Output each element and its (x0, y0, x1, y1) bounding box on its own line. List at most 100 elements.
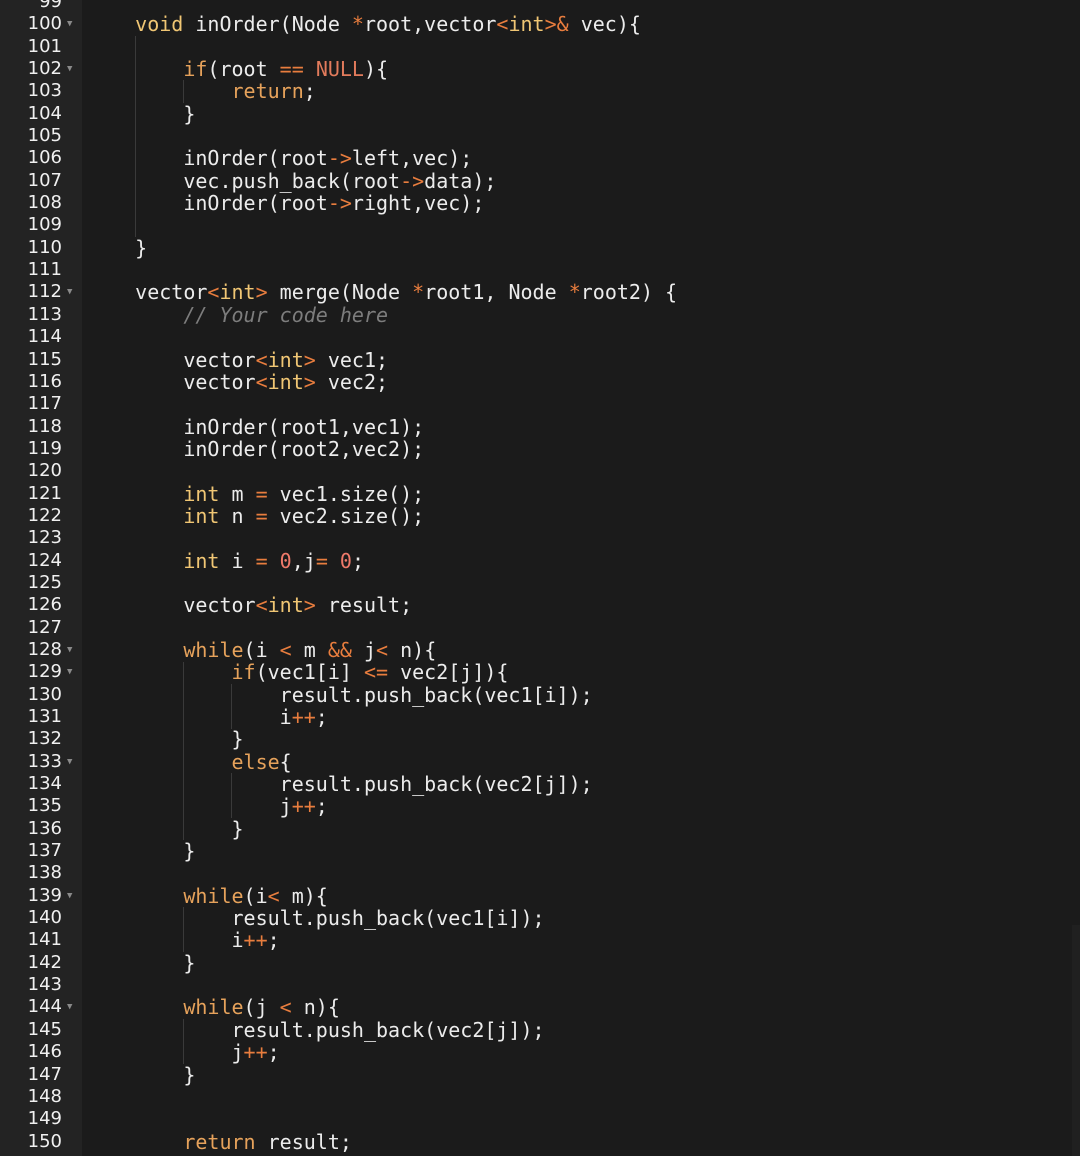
code-line[interactable]: 138 (0, 862, 1080, 884)
code-line[interactable]: 143 (0, 974, 1080, 996)
fold-arrow-icon[interactable]: ▼ (67, 885, 77, 907)
code-line[interactable]: 119 inOrder(root2,vec2); (0, 438, 1080, 460)
code-text: // Your code here (87, 304, 388, 326)
line-number: 115 (27, 348, 62, 370)
code-token: (j (243, 995, 280, 1020)
code-token: ++ (243, 928, 268, 953)
code-line[interactable]: 102 ▼ if(root == NULL){ (0, 58, 1080, 80)
line-number: 142 (27, 951, 62, 973)
code-line[interactable]: 139 ▼ while(i< m){ (0, 885, 1080, 907)
fold-arrow-icon[interactable]: ▼ (67, 996, 77, 1018)
code-line[interactable]: 136 } (0, 818, 1080, 840)
line-number: 114 (27, 326, 62, 348)
code-line[interactable]: 115 vector<int> vec1; (0, 348, 1080, 371)
code-line[interactable]: 130 result.push_back(vec1[i]); (0, 683, 1080, 706)
code-line[interactable]: 114 (0, 326, 1080, 348)
code-line[interactable]: 127 (0, 617, 1080, 639)
fold-arrow-icon[interactable]: ▼ (67, 13, 77, 35)
code-token: vector (87, 369, 256, 394)
code-line[interactable]: 140 result.push_back(vec1[i]); (0, 907, 1080, 929)
code-line[interactable]: 124 int i = 0,j= 0; (0, 548, 1080, 573)
code-line[interactable]: 116 vector<int> vec2; (0, 371, 1080, 393)
line-number: 108 (27, 192, 62, 214)
scrollbar-thumb[interactable] (1072, 925, 1080, 1156)
code-line[interactable]: 100 ▼ void inOrder(Node *root,vector<int>… (0, 13, 1080, 35)
line-number: 143 (27, 974, 62, 996)
code-line[interactable]: 150 return result; (0, 1130, 1080, 1153)
code-line[interactable]: 126 vector<int> result; (0, 594, 1080, 616)
code-token: vec){ (568, 12, 641, 37)
code-token: < (496, 12, 509, 37)
code-line[interactable]: 149 (0, 1108, 1080, 1130)
code-line[interactable]: 131 i++; (0, 706, 1080, 728)
code-line[interactable]: 101 (0, 36, 1080, 58)
code-editor[interactable]: 99 100 ▼ void inOrder(Node *root,vector<in… (0, 0, 1080, 1156)
code-line[interactable]: 103 return; (0, 80, 1080, 102)
code-line[interactable]: 120 (0, 460, 1080, 482)
fold-arrow-icon[interactable]: ▼ (67, 661, 77, 683)
line-number: 107 (27, 169, 62, 191)
fold-arrow-icon[interactable]: ▼ (67, 281, 77, 303)
code-line[interactable]: 104 } (0, 103, 1080, 125)
code-token: result.push_back(vec2[j]); (87, 772, 593, 797)
code-token: (root (207, 57, 280, 82)
code-line[interactable]: 109 (0, 214, 1080, 236)
fold-arrow-icon[interactable]: ▼ (67, 639, 77, 661)
code-line[interactable]: 132 } (0, 728, 1080, 750)
line-number: 132 (27, 728, 62, 750)
code-line[interactable]: 133 ▼ else{ (0, 751, 1080, 773)
code-line[interactable]: 123 (0, 527, 1080, 549)
code-token: root1, Node (424, 280, 569, 305)
code-line[interactable]: 122 int n = vec2.size(); (0, 505, 1080, 527)
code-line[interactable]: 112 ▼ vector<int> merge(Node *root1, Node… (0, 281, 1080, 303)
code-line[interactable]: 145 result.push_back(vec2[j]); (0, 1019, 1080, 1041)
code-token: && (327, 637, 352, 662)
code-token: } (87, 839, 196, 864)
code-text: int m = vec1.size(); (87, 481, 424, 506)
line-number: 150 (27, 1130, 62, 1152)
code-line[interactable]: 141 i++; (0, 929, 1080, 951)
code-line[interactable]: 135 j++; (0, 795, 1080, 817)
code-line[interactable]: 118 inOrder(root1,vec1); (0, 415, 1080, 438)
code-line[interactable]: 108 inOrder(root->right,vec); (0, 192, 1080, 214)
code-line[interactable]: 147 } (0, 1063, 1080, 1086)
code-token: } (87, 101, 196, 126)
code-line[interactable]: 146 j++; (0, 1041, 1080, 1063)
code-line[interactable]: 134 result.push_back(vec2[j]); (0, 773, 1080, 795)
line-number: 130 (27, 683, 62, 705)
code-line[interactable]: 129 ▼ if(vec1[i] <= vec2[j]){ (0, 661, 1080, 683)
code-line[interactable]: 121 int m = vec1.size(); (0, 481, 1080, 506)
code-token: < (267, 883, 280, 908)
code-line[interactable]: 148 (0, 1086, 1080, 1108)
line-number: 137 (27, 840, 62, 862)
fold-arrow-icon[interactable]: ▼ (67, 751, 77, 773)
code-line[interactable]: 128 ▼ while(i < m && j< n){ (0, 639, 1080, 661)
code-line[interactable]: 110 } (0, 237, 1080, 259)
code-token: } (87, 727, 244, 752)
code-token: = (255, 481, 268, 506)
code-text: result.push_back(vec2[j]); (87, 1017, 545, 1042)
code-token: result.push_back(vec2[j]); (87, 1017, 545, 1042)
code-line[interactable]: 113 // Your code here (0, 304, 1080, 326)
code-line[interactable]: 99 (0, 0, 1080, 13)
code-token: ; (351, 548, 364, 573)
code-line[interactable]: 111 (0, 259, 1080, 281)
code-line[interactable]: 107 vec.push_back(root->data); (0, 170, 1080, 192)
code-text: } (87, 727, 244, 752)
code-line[interactable]: 105 (0, 125, 1080, 147)
code-line[interactable]: 137 } (0, 840, 1080, 862)
code-line[interactable]: 125 (0, 572, 1080, 594)
fold-arrow-icon[interactable]: ▼ (67, 58, 77, 80)
code-text: } (87, 840, 195, 862)
code-line[interactable]: 117 (0, 393, 1080, 415)
code-token: if (183, 57, 208, 82)
code-token: int (508, 12, 545, 37)
code-line[interactable]: 144 ▼ while(j < n){ (0, 996, 1080, 1018)
code-line[interactable]: 142 } (0, 952, 1080, 974)
code-line[interactable]: 106 inOrder(root->left,vec); (0, 147, 1080, 169)
